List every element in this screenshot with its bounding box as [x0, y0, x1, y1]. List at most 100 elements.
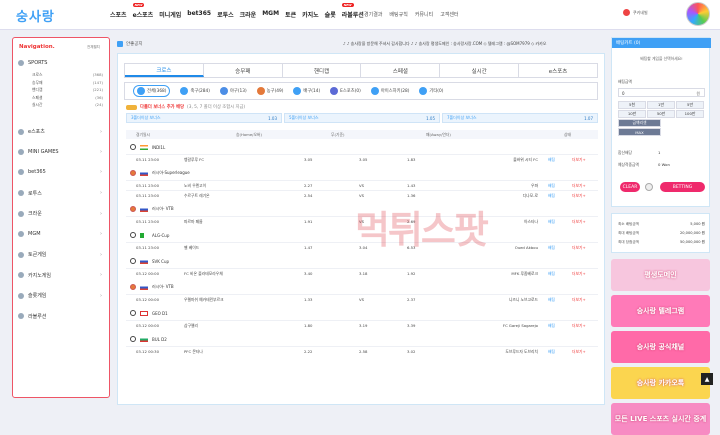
draw-odds[interactable]: VS	[359, 183, 364, 188]
away-odds[interactable]: 1.92	[407, 271, 415, 276]
promo-banner[interactable]: 숭사랑 카카오톡	[611, 367, 710, 399]
draw-odds[interactable]: 3.18	[359, 271, 367, 276]
sidebar-section-3[interactable]: 로투스 ›	[18, 190, 102, 197]
tab-0[interactable]: 크로스	[125, 64, 204, 77]
more-button[interactable]: 더보기+	[572, 349, 586, 355]
tab-2[interactable]: 핸디캡	[282, 64, 362, 77]
nav-2[interactable]: 미니게임	[159, 10, 181, 19]
chip-4[interactable]: 50만	[647, 110, 675, 118]
sidebar-section-4[interactable]: 크라운 ›	[18, 210, 102, 217]
bet-button[interactable]: 배팅	[548, 297, 555, 303]
sidebar-item-0[interactable]: 크로스 (368)	[32, 72, 107, 78]
home-team[interactable]: 수르구트 레기온	[184, 193, 210, 199]
away-team[interactable]: 디나모-로	[523, 193, 538, 199]
home-team[interactable]: 삼구렐리	[184, 323, 198, 329]
promo-banner[interactable]: 숭사랑 공식채널	[611, 331, 710, 363]
sport-filter-7[interactable]: 기타(0)	[419, 87, 443, 95]
sport-filter-3[interactable]: 농구(49)	[256, 87, 283, 95]
chip-0[interactable]: 5천	[618, 101, 646, 109]
bet-button[interactable]: 배팅	[548, 157, 555, 163]
sidebar-item-4[interactable]: 실시간 (24)	[32, 102, 107, 108]
more-button[interactable]: 더보기+	[572, 183, 586, 189]
nav-1[interactable]: e스포츠 NEW	[132, 3, 153, 19]
home-team[interactable]: PFC 몬타나	[184, 349, 203, 355]
sidebar-section-5[interactable]: MGM ›	[18, 230, 102, 237]
away-team[interactable]: FC Gareji Sagarejo	[503, 323, 538, 328]
away-odds[interactable]: 3.02	[407, 349, 415, 354]
home-odds[interactable]: 2.27	[304, 183, 312, 188]
nav-10[interactable]: 라볼루션 NEW	[341, 3, 364, 19]
sidebar-item-3[interactable]: 스페셜 (36)	[32, 95, 107, 101]
bet-button[interactable]: 배팅	[548, 271, 555, 277]
away-odds[interactable]: 2.37	[407, 297, 415, 302]
refresh-icon[interactable]	[645, 183, 653, 191]
nav-4[interactable]: 로투스	[217, 10, 234, 19]
away-team[interactable]: 우파	[531, 183, 538, 189]
bet-button[interactable]: 배팅	[548, 349, 555, 355]
home-team[interactable]: 노비 우렌고이	[184, 183, 206, 189]
more-button[interactable]: 더보기+	[572, 219, 586, 225]
away-team[interactable]: Oued Akbou	[515, 245, 538, 250]
tab-5[interactable]: e스포츠	[519, 64, 597, 77]
away-odds[interactable]: 1.83	[407, 157, 415, 162]
sidebar-item-2[interactable]: 핸디캡 (221)	[32, 87, 107, 93]
nav2-0[interactable]: 경기결과	[364, 11, 382, 18]
nav2-1[interactable]: 배팅규칙	[389, 11, 407, 18]
draw-odds[interactable]: 3.19	[359, 323, 367, 328]
sidebar-section-6[interactable]: 토큰게임 ›	[18, 251, 102, 258]
sport-filter-5[interactable]: E스포츠(0)	[330, 87, 361, 95]
more-button[interactable]: 더보기+	[572, 271, 586, 277]
draw-odds[interactable]: VS	[359, 297, 364, 302]
home-odds[interactable]: 1.91	[304, 219, 312, 224]
roulette-wheel-icon[interactable]	[686, 2, 710, 26]
home-odds[interactable]: 3.05	[304, 157, 312, 162]
sidebar-item-1[interactable]: 승무패 (147)	[32, 80, 107, 86]
nav-0[interactable]: 스포츠	[110, 10, 127, 19]
expand-all-link[interactable]: 전체펼치	[87, 45, 100, 50]
promo-banner[interactable]: 숭사랑 텔레그램	[611, 295, 710, 327]
bet-button[interactable]: 배팅	[548, 219, 555, 225]
nav-5[interactable]: 크라운	[240, 10, 257, 19]
bet-button[interactable]: 배팅	[548, 183, 555, 189]
away-odds[interactable]: 1.43	[407, 183, 415, 188]
sport-filter-6[interactable]: 아이스하키(28)	[370, 87, 409, 95]
home-team[interactable]: 파르마 페름	[184, 219, 203, 225]
nav-9[interactable]: 슬롯	[325, 10, 336, 19]
home-odds[interactable]: 1.47	[304, 245, 312, 250]
tab-3[interactable]: 스페셜	[361, 64, 441, 77]
scroll-top-icon[interactable]: ▲	[701, 373, 713, 385]
home-odds[interactable]: 3.40	[304, 271, 312, 276]
away-team[interactable]: 아스타나	[524, 219, 538, 225]
notice-label[interactable]: 안좋공지	[126, 41, 143, 47]
draw-odds[interactable]: 3.05	[359, 157, 367, 162]
sidebar-section-1[interactable]: MINI GAMES ›	[18, 148, 102, 155]
user-area[interactable]: 쿠키네빌	[623, 9, 648, 16]
bet-button[interactable]: 배팅	[548, 245, 555, 251]
chip-6[interactable]: 금액리셋	[618, 119, 661, 127]
nav-8[interactable]: 카지노	[302, 10, 319, 19]
betting-button[interactable]: BETTING	[660, 182, 705, 192]
sidebar-section-2[interactable]: bet365 ›	[18, 169, 102, 175]
promo-banner[interactable]: 평생도메인	[611, 259, 710, 291]
bet-button[interactable]: 배팅	[548, 323, 555, 329]
away-odds[interactable]: 1.36	[407, 193, 415, 198]
chip-2[interactable]: 5만	[676, 101, 704, 109]
home-odds[interactable]: 1.80	[304, 323, 312, 328]
nav-6[interactable]: MGM	[262, 10, 279, 19]
home-odds[interactable]: 2.22	[304, 349, 312, 354]
away-team[interactable]: 니즈니 노브고로드	[509, 297, 538, 303]
sidebar-sports[interactable]: SPORTS	[18, 60, 47, 66]
home-team[interactable]: 벨 베이드	[184, 245, 199, 251]
more-button[interactable]: 더보기+	[572, 157, 586, 163]
home-odds[interactable]: 1.33	[304, 297, 312, 302]
bet-button[interactable]: 배팅	[548, 193, 555, 199]
away-team[interactable]: 몰바위 시티 FC	[513, 157, 538, 163]
tab-4[interactable]: 실시간	[440, 64, 520, 77]
more-button[interactable]: 더보기+	[572, 323, 586, 329]
promo-banner[interactable]: 모든 LIVE 스포츠 실시간 중계	[611, 403, 710, 435]
sidebar-section-9[interactable]: 라볼루션	[18, 313, 46, 320]
sidebar-section-7[interactable]: 카지노게임 ›	[18, 272, 102, 279]
away-odds[interactable]: 3.39	[407, 323, 415, 328]
nav2-3[interactable]: 고객센터	[440, 11, 458, 18]
clear-button[interactable]: CLEAR	[620, 182, 640, 192]
